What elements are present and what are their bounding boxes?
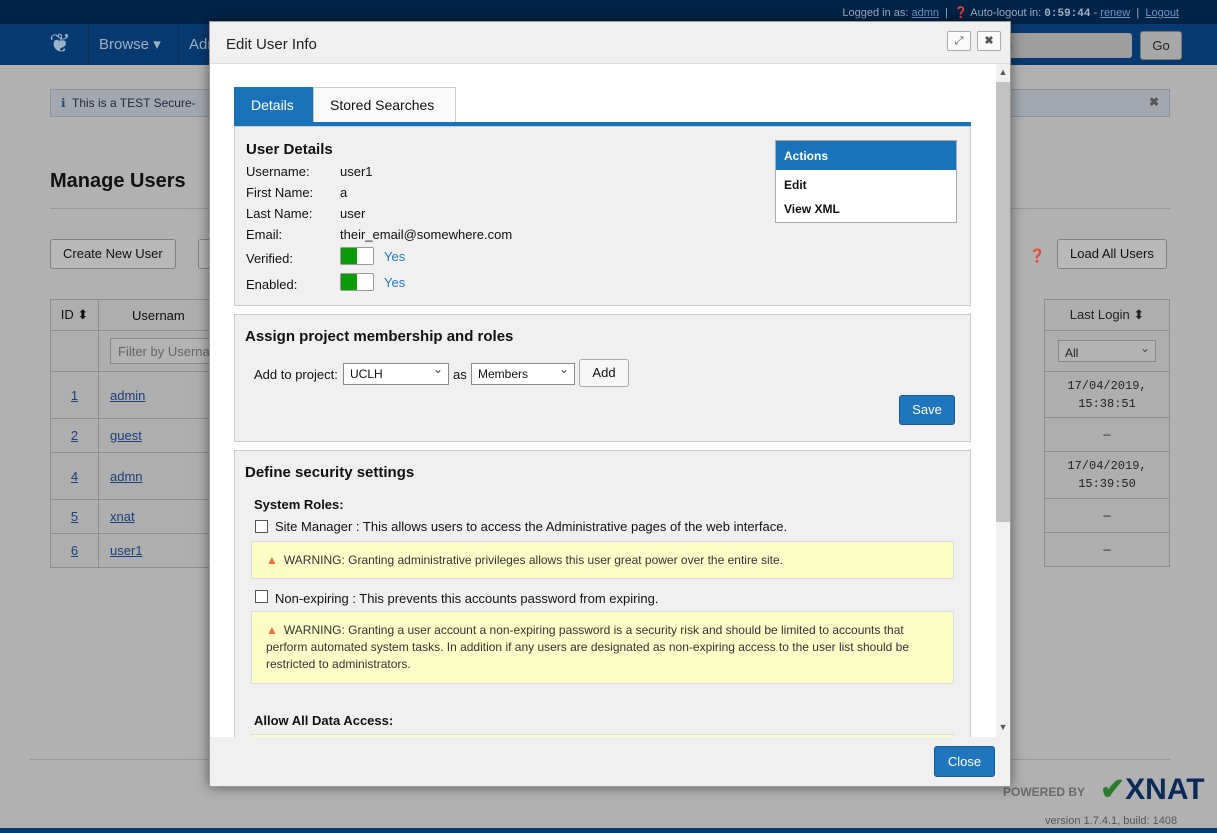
username-header[interactable]: Usernam <box>98 299 219 331</box>
last-login-header[interactable]: Last Login ⬍ <box>1044 299 1170 331</box>
bottom-bar <box>0 828 1217 833</box>
logged-in-label: Logged in as: <box>842 7 909 19</box>
dialog-body: Details Stored Searches User Details Use… <box>210 64 996 737</box>
non-expiring-checkbox[interactable] <box>255 590 268 603</box>
search-input[interactable]: h <box>1000 33 1132 58</box>
warning-icon: ▲ <box>266 623 278 637</box>
scrollbar-thumb[interactable] <box>996 82 1010 522</box>
logout-link[interactable]: Logout <box>1145 7 1179 19</box>
help-icon: ❓ <box>954 7 968 19</box>
user-id-link[interactable]: 4 <box>71 469 78 484</box>
username-link[interactable]: admn <box>110 469 143 484</box>
allow-all-data-label: Allow All Data Access: <box>254 713 394 728</box>
username-link[interactable]: xnat <box>110 509 135 524</box>
autologout-label: Auto-logout in: <box>970 7 1042 19</box>
add-to-project-label: Add to project: <box>254 367 338 382</box>
version-label: version 1.7.4.1, build: 1408 <box>1045 815 1178 827</box>
close-button[interactable]: Close <box>934 746 995 777</box>
info-icon: ℹ <box>61 96 66 110</box>
autologout-timer: 0:59:44 <box>1044 8 1091 20</box>
help-icon[interactable]: ❓ <box>1029 248 1045 264</box>
create-user-button[interactable]: Create New User <box>50 239 176 269</box>
renew-link[interactable]: renew <box>1100 7 1130 19</box>
tab-stored-searches[interactable]: Stored Searches <box>313 87 456 122</box>
last-login-cell: 17/04/2019, 15:39:50 <box>1044 452 1170 499</box>
go-button[interactable]: Go <box>1140 31 1182 60</box>
page-title: Manage Users <box>50 170 186 192</box>
username-link[interactable]: guest <box>110 428 142 443</box>
add-button[interactable]: Add <box>579 359 629 387</box>
xnat-logo-icon[interactable]: ❦ <box>42 28 78 62</box>
username-label: Username: <box>246 164 310 179</box>
security-heading: Define security settings <box>245 464 415 481</box>
action-view-xml[interactable]: View XML <box>784 202 840 216</box>
verified-label: Verified: <box>246 251 293 266</box>
username-value: user1 <box>340 164 373 179</box>
tab-details[interactable]: Details <box>234 87 313 122</box>
users-table: ID ⬍ Usernam Filter by Userna 1 admin 2 gue… <box>50 299 219 568</box>
xnat-logo: ✔XNAT <box>1100 773 1205 806</box>
verified-toggle[interactable] <box>340 247 374 265</box>
nav-browse[interactable]: Browse ▾ <box>88 24 171 65</box>
last-name-value: user <box>340 206 366 221</box>
site-manager-label: Site Manager : This allows users to acce… <box>275 519 788 534</box>
email-label: Email: <box>246 227 283 242</box>
last-login-cell: — <box>1044 499 1170 533</box>
save-button[interactable]: Save <box>899 395 955 425</box>
first-name-label: First Name: <box>246 185 314 200</box>
membership-panel: Assign project membership and roles Add … <box>234 314 971 442</box>
admin-warning: ▲ WARNING: Granting administrative privil… <box>251 541 954 579</box>
non-expiring-warning: ▲ WARNING: Granting a user account a non-… <box>251 611 954 684</box>
user-id-link[interactable]: 5 <box>71 509 78 524</box>
warning-icon: ▲ <box>266 553 278 567</box>
data-access-warning <box>251 734 954 737</box>
enabled-value: Yes <box>384 275 406 290</box>
last-login-cell: — <box>1044 418 1170 452</box>
email-value: their_email@somewhere.com <box>340 227 513 242</box>
last-login-filter-select[interactable]: All <box>1058 339 1156 362</box>
close-alert-icon[interactable]: ✖ <box>1149 95 1159 109</box>
load-all-users-button[interactable]: Load All Users <box>1057 239 1167 269</box>
enabled-label: Enabled: <box>246 277 298 292</box>
actions-heading: Actions <box>776 141 956 170</box>
user-details-panel: User Details Username: user1 First Name:… <box>234 126 971 306</box>
scroll-down-icon[interactable]: ▼ <box>996 722 1010 732</box>
user-details-heading: User Details <box>246 141 333 158</box>
powered-by-label: POWERED BY <box>1003 785 1086 799</box>
dialog-title: Edit User Info <box>226 36 317 53</box>
role-select[interactable]: Members <box>471 362 575 385</box>
actions-menu: Actions Edit View XML <box>775 140 957 223</box>
user-id-link[interactable]: 1 <box>71 388 78 403</box>
maximize-icon[interactable]: ⤢ <box>947 31 971 51</box>
user-id-link[interactable]: 2 <box>71 428 78 443</box>
scroll-up-icon[interactable]: ▲ <box>996 67 1010 77</box>
user-id-link[interactable]: 6 <box>71 543 78 558</box>
non-expiring-label: Non-expiring : This prevents this accoun… <box>275 591 659 606</box>
security-panel: Define security settings System Roles: S… <box>234 450 971 737</box>
membership-heading: Assign project membership and roles <box>245 328 514 345</box>
project-select[interactable]: UCLH <box>343 362 449 385</box>
site-manager-checkbox[interactable] <box>255 520 268 533</box>
last-login-cell: — <box>1044 533 1170 567</box>
last-name-label: Last Name: <box>246 206 313 221</box>
action-edit[interactable]: Edit <box>784 178 807 192</box>
system-roles-label: System Roles: <box>254 497 344 512</box>
verified-value: Yes <box>384 249 406 264</box>
dialog-header: Edit User Info ⤢ ✖ <box>210 22 1010 64</box>
filter-username-input[interactable]: Filter by Userna <box>110 338 218 364</box>
user-link[interactable]: admn <box>912 7 940 19</box>
enabled-toggle[interactable] <box>340 273 374 291</box>
as-label: as <box>453 367 467 382</box>
username-link[interactable]: user1 <box>110 543 143 558</box>
edit-user-dialog: Edit User Info ⤢ ✖ Details Stored Search… <box>209 21 1011 787</box>
id-header[interactable]: ID ⬍ <box>50 299 99 331</box>
username-link[interactable]: admin <box>110 388 145 403</box>
last-login-cell: 17/04/2019, 15:38:51 <box>1044 372 1170 418</box>
first-name-value: a <box>340 185 348 200</box>
close-icon[interactable]: ✖ <box>977 31 1001 51</box>
